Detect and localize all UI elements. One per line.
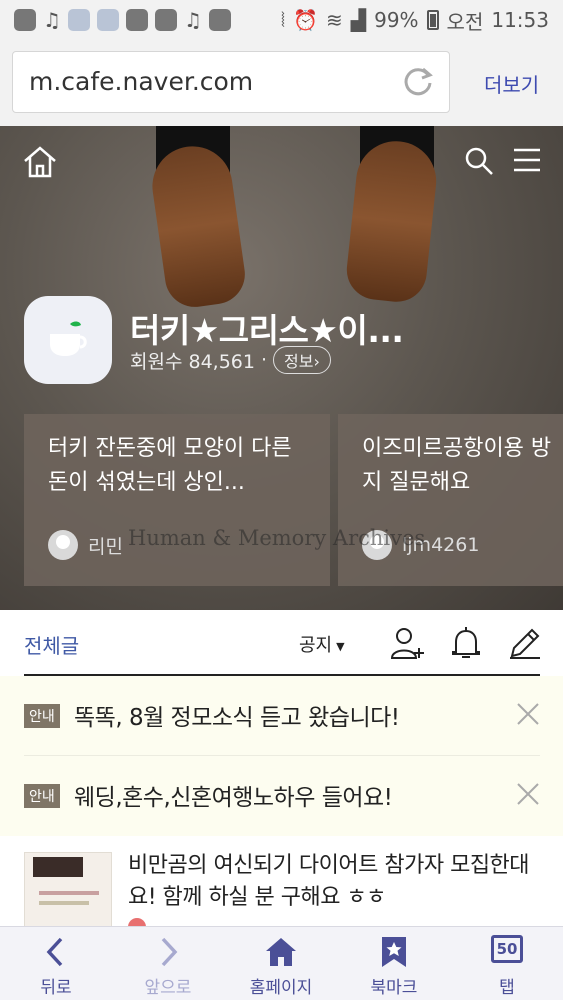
browser-toolbar: m.cafe.naver.com 더보기 <box>0 40 563 126</box>
notice-dropdown-label: 공지 <box>299 635 333 656</box>
bookmark-label: 북마크 <box>370 978 418 998</box>
home-icon <box>266 938 296 966</box>
battery-icon <box>426 10 439 30</box>
close-icon[interactable] <box>516 782 540 806</box>
watermark: Human & Memory Archives <box>128 526 426 550</box>
notification-icons: ♫ ♫ <box>14 8 231 32</box>
notice-item[interactable]: 안내 똑똑, 8월 정모소식 듣고 왔습니다! <box>24 676 540 756</box>
app-icon <box>125 9 148 31</box>
tabs-label: 탭 <box>499 978 515 998</box>
member-count: 회원수 84,561 <box>130 350 255 373</box>
system-icons: ⦚ ⏰ ≋ ▟ 99% 오전 11:53 <box>281 6 549 35</box>
board-tabs: 전체글 공지 ▼ <box>0 610 563 676</box>
message-icon <box>14 9 36 31</box>
homepage-button[interactable]: 홈페이지 <box>225 927 337 1000</box>
bookmark-star-icon <box>382 937 406 967</box>
notice-text: 똑똑, 8월 정모소식 듣고 왔습니다! <box>74 705 400 731</box>
cafe-header: 터키★그리스★이... 회원수 84,561 · 정보› 터키 잔돈중에 모양이… <box>0 126 563 610</box>
notice-text: 웨딩,혼수,신혼여행노하우 들어요! <box>74 785 393 811</box>
blocked-icon <box>154 9 177 31</box>
tab-count-icon: 50 <box>491 935 523 963</box>
battery-percent: 99% <box>374 8 419 32</box>
cafe-meta: 회원수 84,561 · 정보› <box>130 346 331 374</box>
app-icon-2 <box>208 9 231 31</box>
forward-label: 앞으로 <box>144 978 192 998</box>
url-text[interactable]: m.cafe.naver.com <box>29 67 253 96</box>
bell-icon[interactable] <box>451 626 481 660</box>
tabs-button[interactable]: 50 탭 <box>451 927 563 1000</box>
menu-icon[interactable] <box>514 148 540 172</box>
status-bar: ♫ ♫ ⦚ ⏰ ≋ ▟ 99% 오전 11:53 <box>0 0 563 40</box>
cafe-logo[interactable] <box>24 296 112 384</box>
avatar <box>48 530 78 560</box>
notice-dropdown[interactable]: 공지 ▼ <box>299 631 345 657</box>
bookmark-button[interactable]: 북마크 <box>338 927 450 1000</box>
reload-icon[interactable] <box>401 65 435 99</box>
back-icon <box>46 937 63 967</box>
featured-post-author: 리민 <box>48 530 123 560</box>
featured-post-title: 이즈미르공항이용 방지 질문해요 <box>362 436 552 495</box>
forward-button[interactable]: 앞으로 <box>112 927 224 1000</box>
address-bar[interactable]: m.cafe.naver.com <box>12 51 450 113</box>
browser-bottom-nav: 뒤로 앞으로 홈페이지 북마크 50 탭 <box>0 926 563 1000</box>
wifi-icon: ≋ <box>325 8 343 32</box>
cafe-name: 터키★그리스★이... <box>130 311 404 350</box>
notice-badge: 안내 <box>24 784 60 808</box>
more-button[interactable]: 더보기 <box>484 69 539 98</box>
post-item[interactable]: 비만곰의 여신되기 다이어트 참가자 모집한대요! 함께 하실 분 구해요 ㅎㅎ <box>0 836 563 926</box>
featured-post-card[interactable]: 이즈미르공항이용 방지 질문해요 ljm4261 <box>338 414 563 586</box>
info-button[interactable]: 정보› <box>273 346 331 374</box>
gallery-icon-2 <box>96 9 119 31</box>
featured-post-title: 터키 잔돈중에 모양이 다른 돈이 섞였는데 상인... <box>48 436 292 495</box>
search-icon[interactable] <box>464 146 494 176</box>
featured-post-card[interactable]: 터키 잔돈중에 모양이 다른 돈이 섞였는데 상인... 리민 <box>24 414 330 586</box>
notice-item[interactable]: 안내 웨딩,혼수,신혼여행노하우 들어요! <box>24 756 540 836</box>
add-member-icon[interactable] <box>390 626 426 660</box>
thumbnail-part <box>39 891 99 895</box>
homepage-label: 홈페이지 <box>249 978 313 998</box>
cafe-header-icons <box>0 126 563 206</box>
author-name: 리민 <box>88 535 123 558</box>
back-label: 뒤로 <box>40 978 72 998</box>
caret-down-icon: ▼ <box>336 639 345 653</box>
vibrate-icon: ⦚ <box>280 8 286 32</box>
forward-icon <box>161 937 178 967</box>
notice-list: 안내 똑똑, 8월 정모소식 듣고 왔습니다! 안내 웨딩,혼수,신혼여행노하우… <box>0 676 563 836</box>
music-icon: ♫ <box>43 8 61 32</box>
author-avatar <box>128 918 146 926</box>
write-icon[interactable] <box>508 626 542 660</box>
clock-ampm: 오전 <box>446 9 484 34</box>
notice-badge: 안내 <box>24 704 60 728</box>
tab-all-posts[interactable]: 전체글 <box>24 630 79 659</box>
home-icon[interactable] <box>22 144 58 180</box>
post-thumbnail <box>24 852 112 926</box>
alarm-icon: ⏰ <box>293 8 318 32</box>
clock-time: 11:53 <box>491 8 549 32</box>
back-button[interactable]: 뒤로 <box>0 927 112 1000</box>
signal-icon: ▟ <box>350 8 367 32</box>
cup-icon <box>50 321 87 356</box>
music-icon-2: ♫ <box>183 8 202 32</box>
thumbnail-part <box>33 857 83 877</box>
meta-separator: · <box>260 349 268 371</box>
post-title: 비만곰의 여신되기 다이어트 참가자 모집한대요! 함께 하실 분 구해요 ㅎㅎ <box>128 853 530 910</box>
thumbnail-part <box>39 901 89 905</box>
close-icon[interactable] <box>516 702 540 726</box>
screen: ♫ ♫ ⦚ ⏰ ≋ ▟ 99% 오전 11:53 m.cafe.naver.co… <box>0 0 563 1000</box>
gallery-icon <box>67 9 90 31</box>
